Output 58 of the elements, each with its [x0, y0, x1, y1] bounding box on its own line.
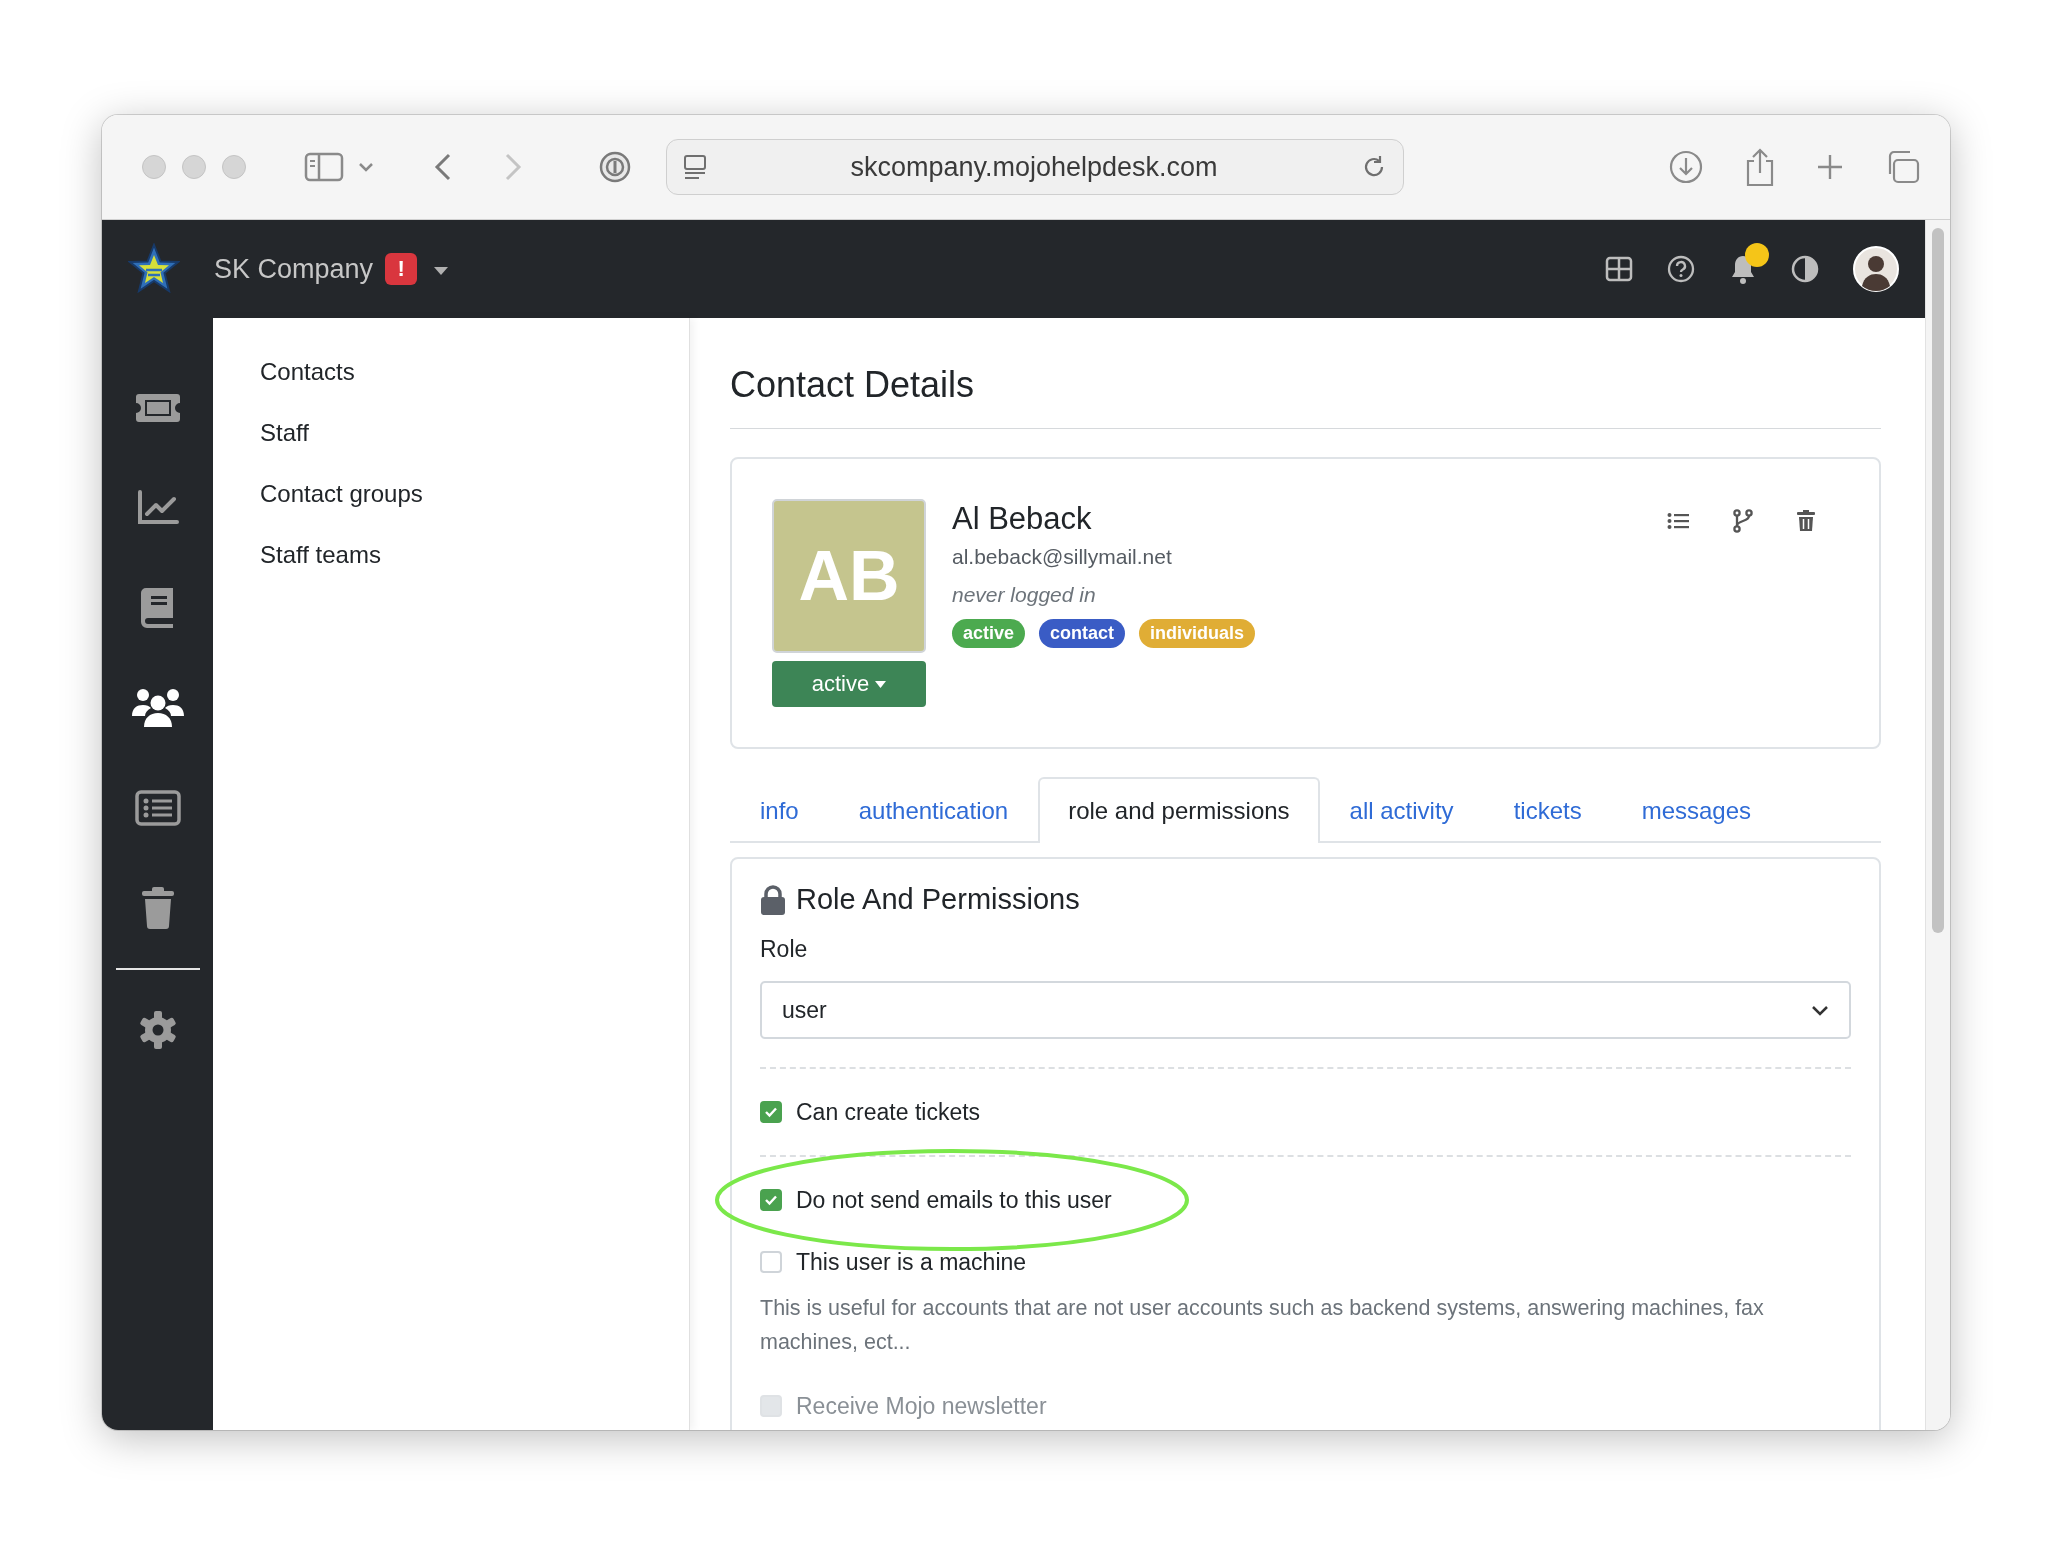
caret-icon — [875, 680, 887, 688]
submenu-item[interactable]: Staff teams — [260, 541, 689, 569]
section-title: Role And Permissions — [796, 883, 1080, 916]
checkbox-label: This user is a machine — [796, 1248, 1027, 1276]
grid-icon[interactable] — [1605, 255, 1633, 283]
page-title: Contact Details — [730, 364, 1881, 429]
avatar-icon[interactable] — [1853, 246, 1899, 292]
download-icon[interactable] — [1668, 149, 1704, 185]
address-bar[interactable]: skcompany.mojohelpdesk.com — [666, 139, 1404, 195]
tab[interactable]: info — [730, 777, 829, 843]
help-icon[interactable] — [1667, 255, 1695, 283]
help-text: This is useful for accounts that are not user accounts such as backend systems, answering machines, fax machines, ect... — [760, 1295, 1765, 1356]
alert-badge[interactable]: ! — [385, 253, 418, 285]
tab[interactable]: tickets — [1483, 777, 1612, 843]
status-dropdown[interactable]: active — [772, 661, 926, 707]
last-login-text: never logged in — [952, 583, 1097, 607]
caret-icon[interactable] — [433, 266, 450, 276]
list-icon[interactable] — [1667, 512, 1689, 530]
page-icon — [683, 154, 707, 180]
checkbox[interactable] — [760, 1101, 782, 1123]
url-text: skcompany.mojohelpdesk.com — [849, 151, 1219, 183]
tab[interactable]: all activity — [1319, 777, 1484, 843]
bell-icon[interactable] — [1729, 253, 1757, 285]
checkmark-icon — [764, 1106, 778, 1118]
initials-avatar: AB — [772, 499, 926, 653]
submenu-item[interactable]: Contacts — [260, 358, 689, 386]
checkbox[interactable] — [760, 1189, 782, 1211]
chevron-down-icon[interactable] — [358, 162, 374, 172]
tag: individuals — [1139, 619, 1256, 648]
company-name[interactable]: SK Company — [214, 253, 374, 285]
contact-email: al.beback@sillymail.net — [952, 545, 1173, 569]
trash-icon[interactable] — [1797, 510, 1815, 532]
tab[interactable]: role and permissions — [1038, 777, 1320, 843]
tab[interactable]: messages — [1611, 777, 1782, 843]
tab[interactable]: authentication — [828, 777, 1039, 843]
submenu-item[interactable]: Staff — [260, 419, 689, 447]
lock-icon — [760, 884, 786, 915]
chevron-down-icon — [1811, 1004, 1829, 1016]
checkbox[interactable] — [760, 1251, 782, 1273]
sidebar-icon[interactable] — [304, 151, 344, 183]
tag: active — [952, 619, 1026, 648]
star-logo-icon[interactable] — [128, 243, 180, 295]
tag: contact — [1039, 619, 1126, 648]
checkbox-label: Can create tickets — [796, 1098, 981, 1126]
branch-icon[interactable] — [1733, 509, 1753, 533]
share-icon[interactable] — [1744, 147, 1776, 187]
checkmark-icon — [764, 1194, 778, 1206]
back-icon[interactable] — [434, 152, 452, 182]
scrollbar[interactable] — [1925, 220, 1950, 1430]
role-select[interactable]: user — [760, 981, 1851, 1039]
password-icon[interactable] — [598, 150, 632, 184]
submenu-item[interactable]: Contact groups — [260, 480, 689, 508]
role-label: Role — [760, 936, 809, 963]
contact-name: Al Beback — [952, 501, 1093, 537]
contrast-icon[interactable] — [1791, 255, 1819, 283]
checkbox-label: Do not send emails to this user — [796, 1186, 1112, 1214]
checkbox-label: Receive Mojo newsletter — [796, 1392, 1047, 1420]
plus-icon[interactable] — [1816, 153, 1844, 181]
